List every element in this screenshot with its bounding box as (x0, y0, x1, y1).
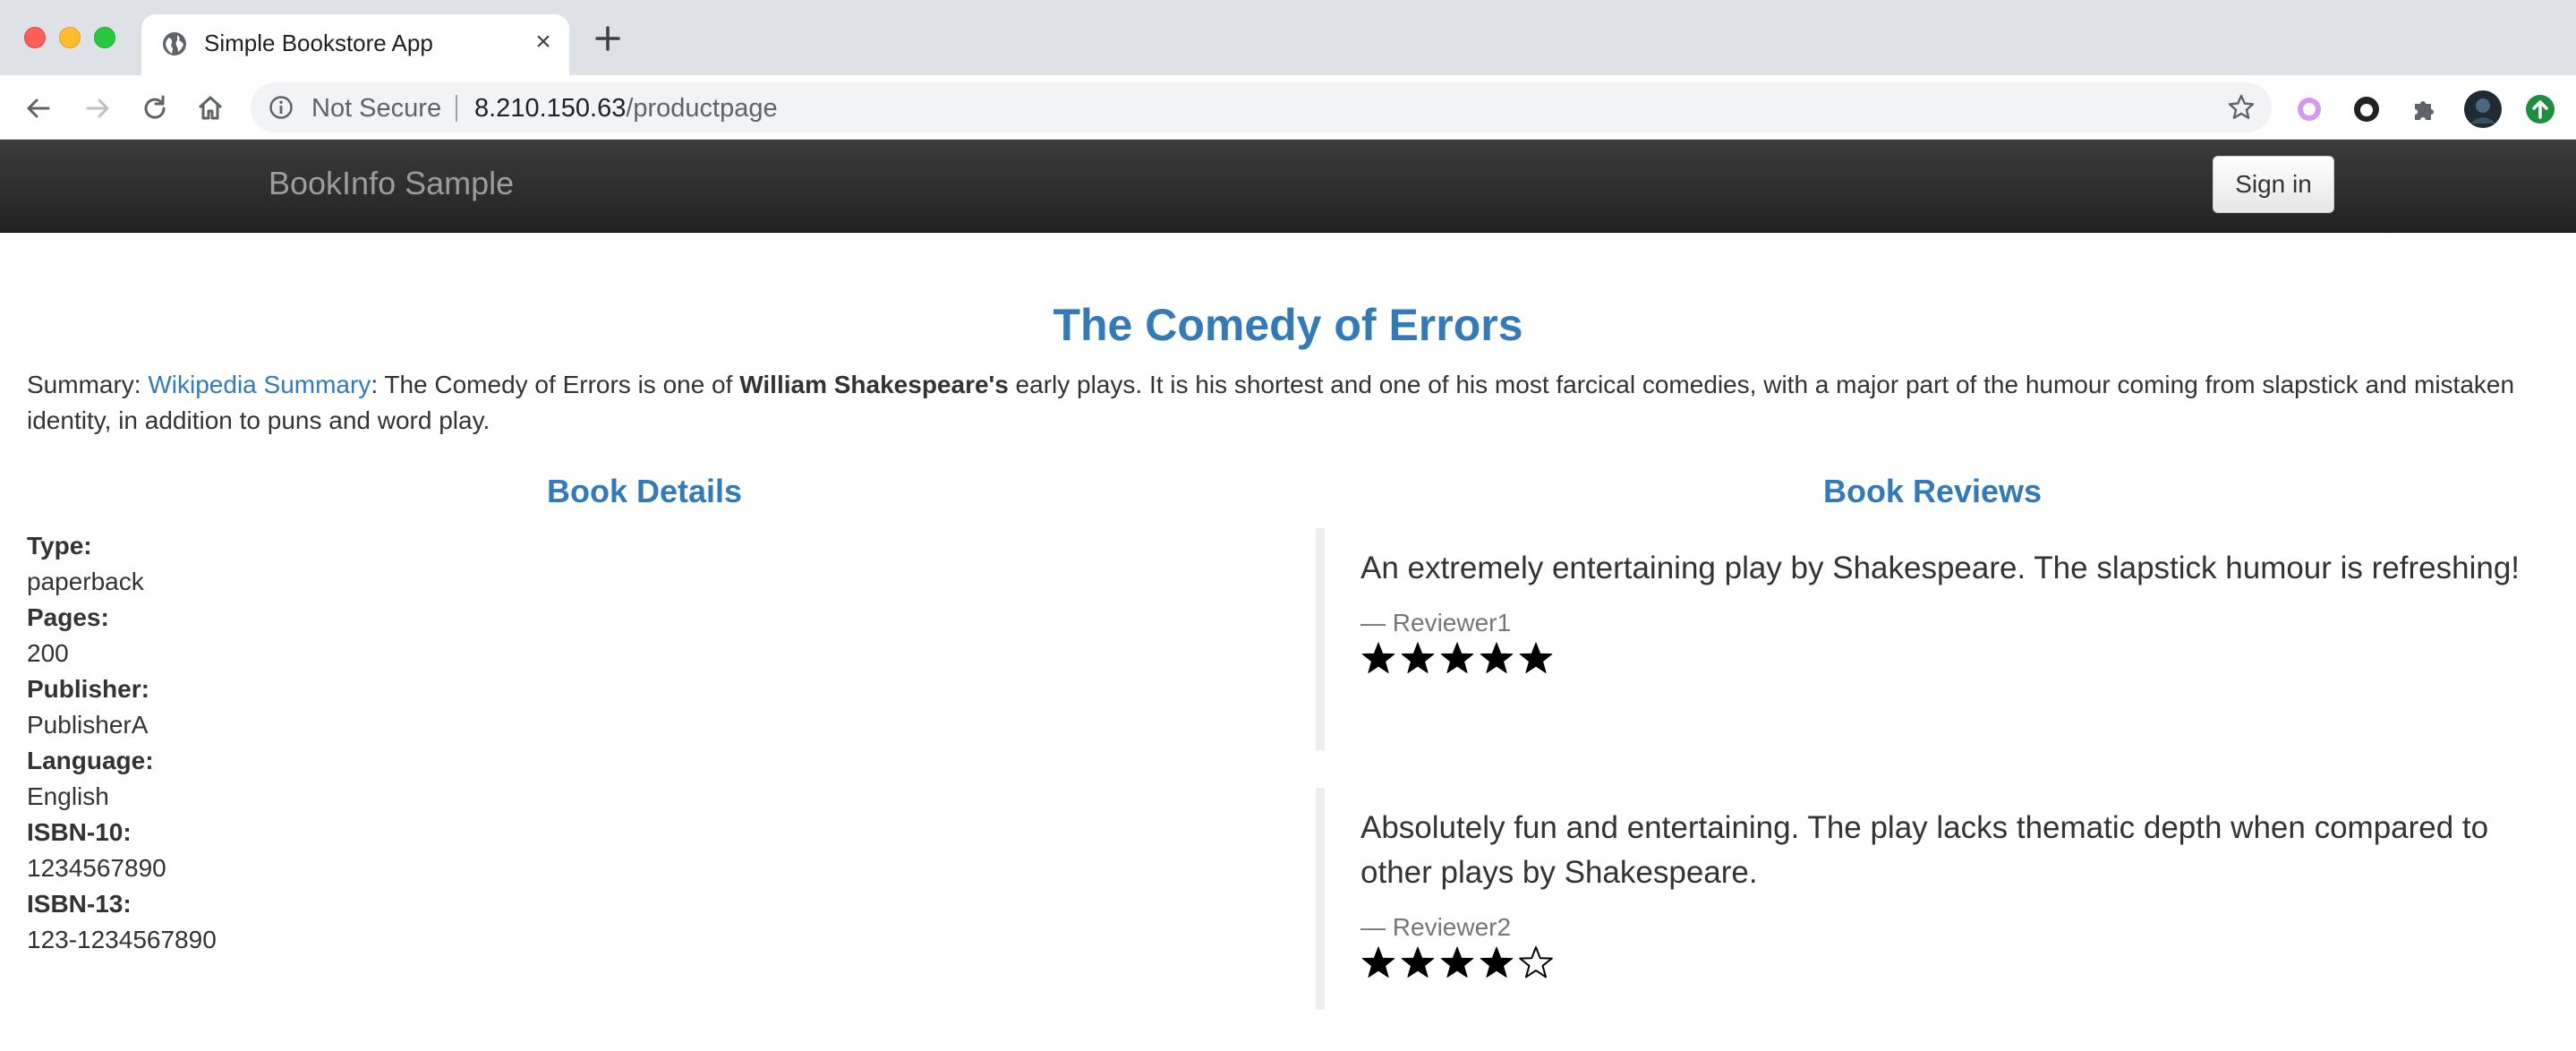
type-value: paperback (27, 568, 144, 595)
publisher-value: PublisherA (27, 711, 149, 739)
minimize-window-button[interactable] (59, 27, 81, 48)
isbn13-value: 123-1234567890 (27, 926, 217, 953)
update-arrow-icon[interactable] (2524, 93, 2556, 125)
wikipedia-summary-link[interactable]: Wikipedia Summary (148, 371, 371, 398)
close-window-button[interactable] (24, 27, 46, 48)
review-text: Absolutely fun and entertaining. The pla… (1361, 810, 2489, 890)
extension-octocat-icon[interactable] (2350, 93, 2383, 125)
security-label[interactable]: Not Secure (311, 94, 441, 124)
isbn13-label: ISBN-13: (27, 890, 132, 918)
book-reviews-heading: Book Reviews (1822, 473, 2043, 509)
sign-in-button[interactable]: Sign in (2213, 156, 2334, 213)
publisher-label: Publisher: (27, 675, 149, 703)
new-tab-icon[interactable] (593, 23, 623, 54)
site-navbar: BookInfo Sample Sign in (0, 140, 2576, 233)
book-summary: Summary: Wikipedia Summary: The Comedy o… (27, 367, 2560, 439)
isbn10-value: 1234567890 (27, 854, 166, 882)
book-details: Type: paperback Pages: 200 Publisher: Pu… (27, 528, 217, 958)
star-filled-icon (1480, 642, 1514, 673)
review-card: Absolutely fun and entertaining. The pla… (1316, 788, 2551, 1010)
url-host: 8.210.150.63 (474, 94, 627, 123)
type-label: Type: (27, 532, 92, 560)
review-text: An extremely entertaining play by Shakes… (1361, 551, 2521, 585)
navbar-brand[interactable]: BookInfo Sample (269, 165, 514, 202)
forward-arrow-icon[interactable] (82, 93, 113, 124)
language-value: English (27, 782, 109, 810)
bookmark-star-icon[interactable] (2227, 93, 2256, 122)
star-filled-icon (1480, 946, 1514, 978)
star-rating (1361, 945, 2551, 990)
info-icon[interactable] (269, 95, 294, 120)
language-label: Language: (27, 747, 154, 774)
review-author: — Reviewer2 (1361, 913, 1512, 941)
book-details-heading: Book Details (546, 473, 743, 509)
tab-title: Simple Bookstore App (204, 30, 433, 56)
summary-prefix: Summary: (27, 371, 149, 398)
url-path: /productpage (626, 94, 778, 123)
star-filled-icon (1401, 946, 1435, 978)
star-filled-icon (1440, 642, 1474, 673)
browser-tab-strip: Simple Bookstore App × (0, 0, 2576, 75)
url-text[interactable]: 8.210.150.63/productpage (474, 94, 778, 124)
profile-avatar[interactable] (2463, 90, 2503, 129)
star-filled-icon (1440, 946, 1474, 978)
browser-toolbar: Not Secure 8.210.150.63/productpage 53 (0, 75, 2576, 204)
extensions-puzzle-icon[interactable] (2408, 93, 2440, 125)
summary-mid: : The Comedy of Errors is one of (371, 371, 740, 398)
close-tab-icon[interactable]: × (530, 29, 557, 56)
book-title: The Comedy of Errors (1053, 300, 1523, 350)
pages-value: 200 (27, 639, 69, 667)
extension-ring-icon[interactable] (2293, 93, 2325, 125)
star-filled-icon (1519, 642, 1553, 673)
back-arrow-icon[interactable] (23, 93, 54, 124)
address-bar[interactable]: Not Secure 8.210.150.63/productpage (251, 82, 2272, 132)
summary-author: William Shakespeare's (739, 371, 1009, 398)
pages-label: Pages: (27, 603, 109, 631)
zoom-window-button[interactable] (94, 27, 115, 48)
address-separator (456, 95, 457, 122)
star-filled-icon (1361, 946, 1395, 978)
star-filled-icon (1401, 642, 1435, 673)
star-filled-icon (1361, 642, 1395, 673)
review-author: — Reviewer1 (1361, 609, 1512, 637)
browser-tab-active[interactable]: Simple Bookstore App × (141, 14, 569, 75)
isbn10-label: ISBN-10: (27, 818, 132, 846)
reload-icon[interactable] (140, 93, 170, 124)
globe-icon (163, 32, 186, 56)
star-empty-icon (1519, 946, 1553, 978)
star-rating (1361, 641, 2551, 686)
home-icon[interactable] (195, 93, 226, 124)
review-card: An extremely entertaining play by Shakes… (1316, 528, 2551, 750)
